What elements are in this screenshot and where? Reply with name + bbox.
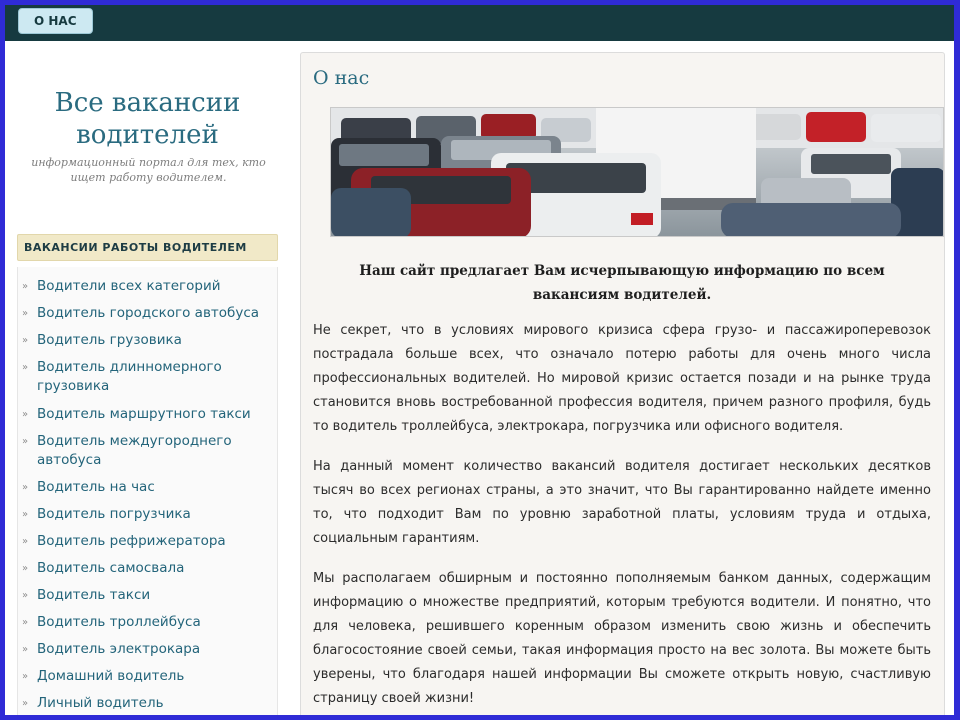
site-subtitle: информационный портал для тех, кто ищет …	[31, 156, 266, 184]
paragraph-2: На данный момент количество вакансий вод…	[313, 459, 931, 546]
category-item-label: Личный водитель	[37, 695, 164, 711]
category-item[interactable]: » Водитель городского автобуса	[22, 304, 272, 323]
category-item[interactable]: » Водитель электрокара	[22, 640, 272, 659]
lead-text: Наш сайт предлагает Вам исчерпывающую ин…	[359, 263, 885, 303]
category-item-label: Водитель на час	[37, 479, 155, 495]
bullet-icon: »	[22, 335, 29, 346]
category-item-label: Водитель маршрутного такси	[37, 406, 251, 422]
category-item-label: Водитель погрузчика	[37, 506, 191, 522]
traffic-photo-graphic	[331, 108, 943, 236]
bullet-icon: »	[22, 644, 29, 655]
category-item[interactable]: » Водитель троллейбуса	[22, 613, 272, 632]
bullet-icon: »	[22, 590, 29, 601]
page-frame: О НАС Все вакансии водителей информацион…	[0, 0, 960, 720]
bullet-icon: »	[22, 281, 29, 292]
category-item-label: Водители всех категорий	[37, 278, 221, 294]
category-item[interactable]: » Водители всех категорий	[22, 277, 272, 296]
category-item-label: Водитель троллейбуса	[37, 614, 201, 630]
category-item[interactable]: » Водитель рефрижератора	[22, 532, 272, 551]
sidebar: Все вакансии водителей информационный по…	[5, 41, 290, 715]
category-list: » Водители всех категорий » Водитель город…	[17, 267, 278, 715]
category-header: ВАКАНСИИ РАБОТЫ ВОДИТЕЛЕМ	[17, 234, 278, 261]
bullet-icon: »	[22, 362, 29, 373]
main-content: О нас Наш сайт предлагает Вам исчерпываю…	[300, 52, 945, 715]
bullet-icon: »	[22, 509, 29, 520]
bullet-icon: »	[22, 536, 29, 547]
bullet-icon: »	[22, 698, 29, 709]
category-item[interactable]: » Домашний водитель	[22, 667, 272, 686]
category-item[interactable]: » Водитель длинномерного грузовика	[22, 358, 272, 396]
paragraph-1: Не секрет, что в условиях мирового кризи…	[313, 323, 931, 434]
category-item-label: Водитель самосвала	[37, 560, 185, 576]
category-item[interactable]: » Водитель погрузчика	[22, 505, 272, 524]
category-item-label: Водитель городского автобуса	[37, 305, 260, 321]
category-item-label: Водитель электрокара	[37, 641, 201, 657]
category-item-label: Водитель междугороднего автобуса	[37, 433, 232, 468]
category-item-label: Домашний водитель	[37, 668, 185, 684]
category-item-label: Водитель грузовика	[37, 332, 182, 348]
category-item-label: Водитель такси	[37, 587, 151, 603]
bullet-icon: »	[22, 563, 29, 574]
category-item-label: Водитель длинномерного грузовика	[37, 359, 222, 394]
page-title: О нас	[313, 67, 370, 89]
category-item[interactable]: » Водитель такси	[22, 586, 272, 605]
traffic-photo	[330, 107, 944, 237]
top-nav-bar: О НАС	[5, 5, 954, 41]
category-item[interactable]: » Личный водитель	[22, 694, 272, 713]
category-item[interactable]: » Водитель междугороднего автобуса	[22, 432, 272, 470]
bullet-icon: »	[22, 671, 29, 682]
category-item[interactable]: » Водитель самосвала	[22, 559, 272, 578]
bullet-icon: »	[22, 308, 29, 319]
paragraph-3: Мы располагаем обширным и постоянно попо…	[313, 571, 931, 706]
category-item-label: Водитель рефрижератора	[37, 533, 226, 549]
bullet-icon: »	[22, 409, 29, 420]
category-item[interactable]: » Водитель грузовика	[22, 331, 272, 350]
site-title[interactable]: Все вакансии водителей	[5, 87, 290, 151]
bullet-icon: »	[22, 482, 29, 493]
about-nav-button[interactable]: О НАС	[18, 8, 93, 34]
category-item[interactable]: » Водитель на час	[22, 478, 272, 497]
bullet-icon: »	[22, 436, 29, 447]
category-item[interactable]: » Водитель маршрутного такси	[22, 405, 272, 424]
bullet-icon: »	[22, 617, 29, 628]
